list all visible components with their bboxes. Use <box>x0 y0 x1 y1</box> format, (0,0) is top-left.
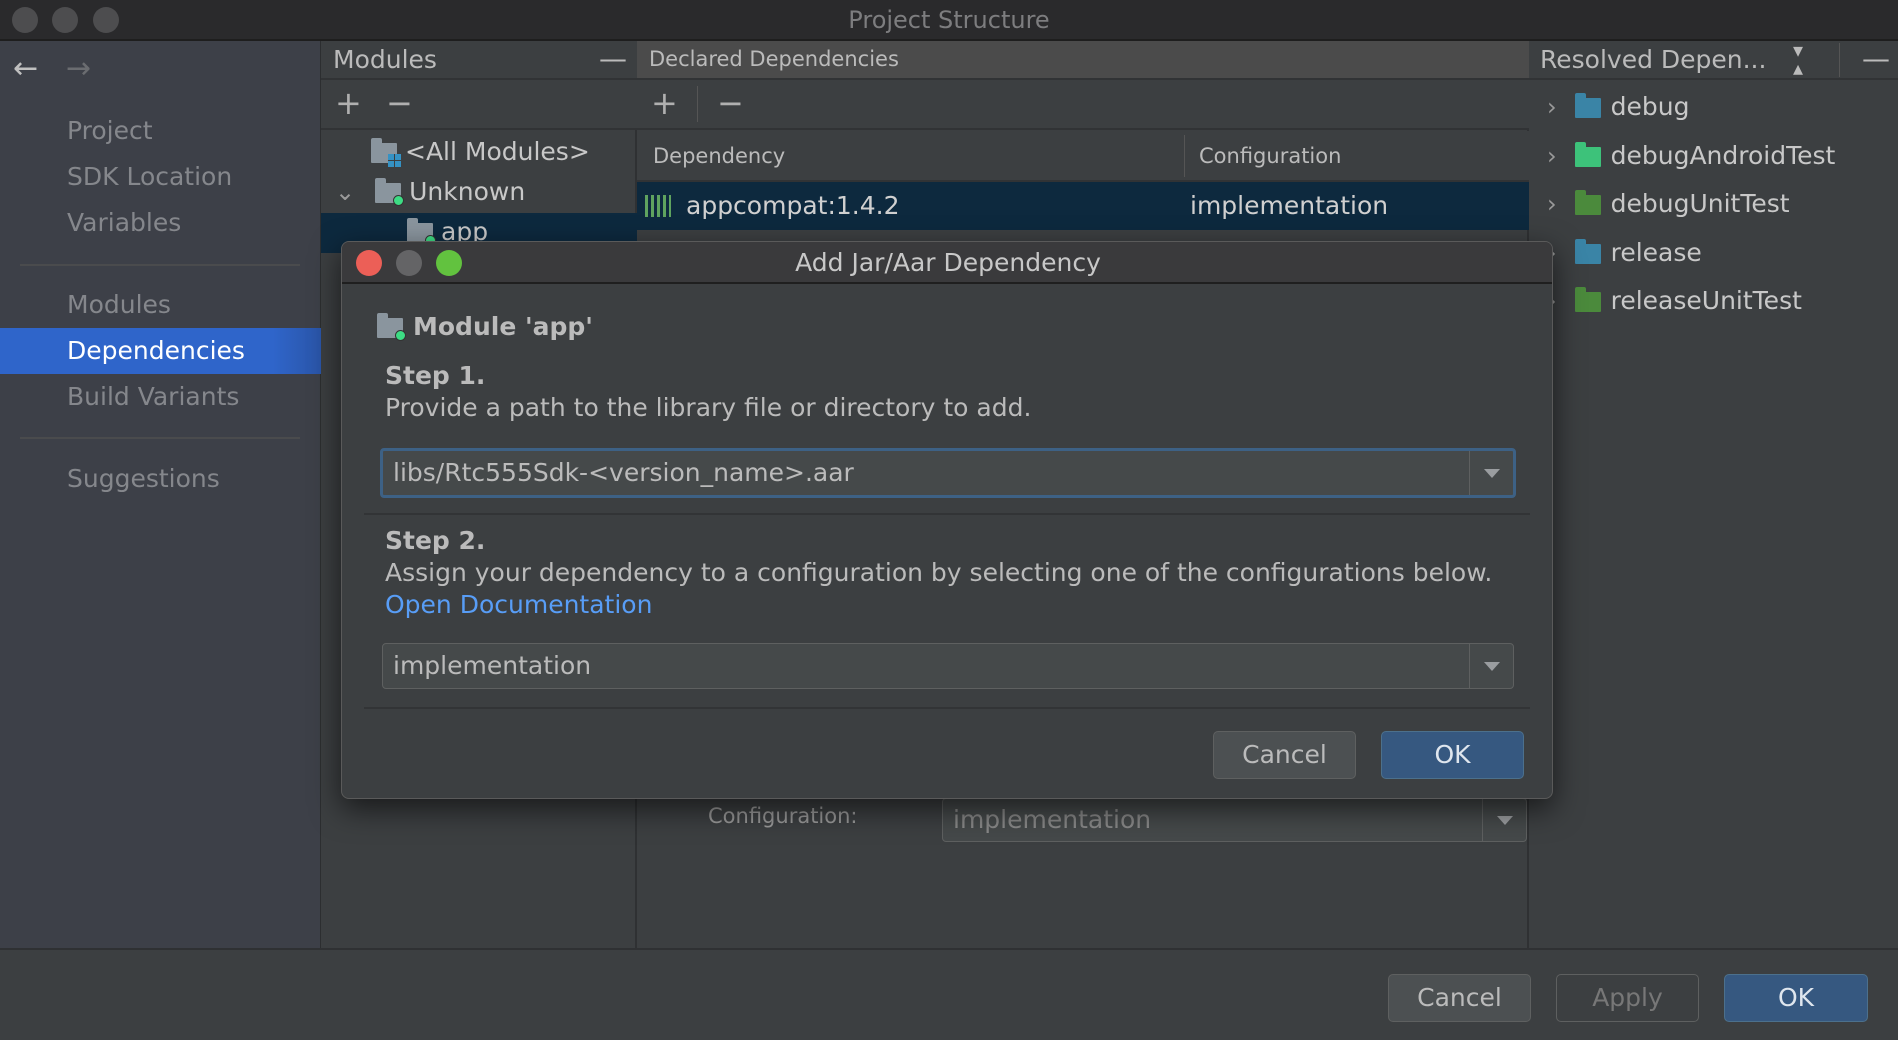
resolved-item[interactable]: › debug <box>1529 88 1898 126</box>
folder-icon <box>1574 287 1601 312</box>
tree-item-label: Unknown <box>409 177 526 206</box>
resolved-item-label: debug <box>1610 92 1690 121</box>
step2-description: Assign your dependency to a configuratio… <box>385 558 1493 587</box>
resolved-item-label: debugAndroidTest <box>1610 140 1836 170</box>
resolved-item[interactable]: ›release <box>1529 234 1898 272</box>
modules-folder-icon <box>371 138 401 167</box>
dropdown-button[interactable] <box>1469 644 1513 688</box>
hide-panel-button[interactable]: — <box>1862 40 1890 77</box>
column-divider[interactable] <box>1184 135 1185 177</box>
divider <box>364 707 1530 709</box>
modules-toolbar: + − <box>321 80 637 130</box>
dialog-titlebar: Add Jar/Aar Dependency <box>342 242 1552 284</box>
resolved-item-label: releaseUnitTest <box>1610 286 1802 315</box>
column-configuration[interactable]: Configuration <box>1199 131 1341 181</box>
step1-description: Provide a path to the library file or di… <box>385 393 1032 422</box>
folder-icon <box>1574 238 1601 264</box>
module-heading: Module 'app' <box>377 312 593 341</box>
chevron-right-icon[interactable]: › <box>1547 93 1557 121</box>
dependency-configuration: implementation <box>1190 191 1389 220</box>
modules-header: Modules — <box>321 41 637 80</box>
column-dependency[interactable]: Dependency <box>653 131 785 181</box>
table-header: Dependency Configuration <box>637 131 1529 182</box>
ok-button[interactable]: OK <box>1724 974 1868 1022</box>
tree-item-unknown[interactable]: ⌄ Unknown <box>321 173 637 211</box>
remove-dependency-button[interactable]: − <box>717 80 744 126</box>
declared-toolbar: + − <box>637 80 1529 130</box>
configuration-label: Configuration: <box>708 804 858 828</box>
resolved-title: Resolved Depen... <box>1540 45 1767 74</box>
resolved-item[interactable]: › debugUnitTest <box>1529 185 1898 223</box>
configuration-value: implementation <box>953 805 1152 834</box>
step1-title: Step 1. <box>385 361 486 390</box>
chevron-down-icon <box>1497 816 1513 825</box>
divider <box>364 513 1530 515</box>
configuration-select[interactable]: implementation <box>942 798 1527 842</box>
sidebar: ← → Project SDK Location Variables Modul… <box>0 41 321 948</box>
resolved-item-label: debugUnitTest <box>1610 189 1790 218</box>
dialog-ok-button[interactable]: OK <box>1381 731 1524 779</box>
forward-arrow-icon[interactable]: → <box>66 51 91 86</box>
chevron-down-icon[interactable]: ⌄ <box>335 178 355 206</box>
chevron-down-icon <box>1484 469 1500 478</box>
folder-icon <box>1574 190 1601 215</box>
folder-icon <box>1574 141 1601 167</box>
dialog-title: Add Jar/Aar Dependency <box>795 248 1101 277</box>
open-documentation-link[interactable]: Open Documentation <box>385 590 652 619</box>
dialog-cancel-button[interactable]: Cancel <box>1213 731 1356 779</box>
library-path-combo[interactable]: libs/Rtc555Sdk-<version_name>.aar <box>380 448 1516 498</box>
tree-item-all-modules[interactable]: <All Modules> <box>321 133 637 171</box>
library-path-input[interactable]: libs/Rtc555Sdk-<version_name>.aar <box>393 451 854 495</box>
add-module-button[interactable]: + <box>335 80 362 126</box>
folder-icon <box>1574 93 1601 118</box>
hide-panel-button[interactable]: — <box>599 40 627 77</box>
sidebar-item-dependencies[interactable]: Dependencies <box>0 328 321 374</box>
library-icon <box>645 195 671 217</box>
resolved-header: Resolved Depen... ▾ ▴ — <box>1529 40 1898 80</box>
cancel-button[interactable]: Cancel <box>1388 974 1531 1022</box>
sidebar-divider <box>20 437 300 439</box>
step2-title: Step 2. <box>385 526 486 555</box>
sidebar-item-project[interactable]: Project <box>0 109 321 153</box>
module-name: Module 'app' <box>413 312 593 341</box>
resolved-item[interactable]: ›releaseUnitTest <box>1529 282 1898 320</box>
remove-module-button[interactable]: − <box>386 80 413 126</box>
toolbar-separator <box>697 86 698 122</box>
chevron-right-icon[interactable]: › <box>1547 190 1557 218</box>
tree-item-label: <All Modules> <box>405 137 590 166</box>
sidebar-item-sdk-location[interactable]: SDK Location <box>0 155 321 199</box>
apply-button[interactable]: Apply <box>1556 974 1699 1022</box>
add-dependency-button[interactable]: + <box>651 80 678 126</box>
dropdown-button[interactable] <box>1469 451 1513 495</box>
configuration-select[interactable]: implementation <box>382 643 1514 689</box>
table-row[interactable]: appcompat:1.4.2 implementation <box>637 182 1529 230</box>
chevron-right-icon[interactable]: › <box>1547 142 1557 170</box>
module-folder-icon <box>377 313 406 341</box>
add-jar-aar-dialog: Add Jar/Aar Dependency Module 'app' Step… <box>341 241 1553 799</box>
resolved-item-label: release <box>1610 237 1702 267</box>
sidebar-item-build-variants[interactable]: Build Variants <box>0 375 321 419</box>
window-title: Project Structure <box>848 6 1050 34</box>
modules-title: Modules <box>333 45 437 74</box>
configuration-value: implementation <box>393 651 592 680</box>
dropdown-button[interactable] <box>1482 799 1526 841</box>
dependency-name: appcompat:1.4.2 <box>686 191 900 220</box>
module-folder-icon <box>375 178 405 206</box>
module-folder-icon <box>407 218 436 246</box>
collapse-all-icon[interactable]: ▾ ▴ <box>1793 40 1803 78</box>
resolved-item[interactable]: › debugAndroidTest <box>1529 137 1898 175</box>
sidebar-item-modules[interactable]: Modules <box>0 283 321 327</box>
toolbar-separator <box>1839 43 1840 77</box>
footer-bar: Cancel Apply OK <box>0 948 1898 1040</box>
window-titlebar: Project Structure <box>0 0 1898 41</box>
back-arrow-icon[interactable]: ← <box>13 51 38 86</box>
sidebar-item-variables[interactable]: Variables <box>0 201 321 245</box>
declared-header: Declared Dependencies <box>637 41 1529 80</box>
sidebar-divider <box>20 264 300 266</box>
resolved-dependencies-panel: Resolved Depen... ▾ ▴ — › debug › debugAndro… <box>1529 40 1898 948</box>
chevron-down-icon <box>1484 662 1500 671</box>
sidebar-item-suggestions[interactable]: Suggestions <box>0 457 321 501</box>
